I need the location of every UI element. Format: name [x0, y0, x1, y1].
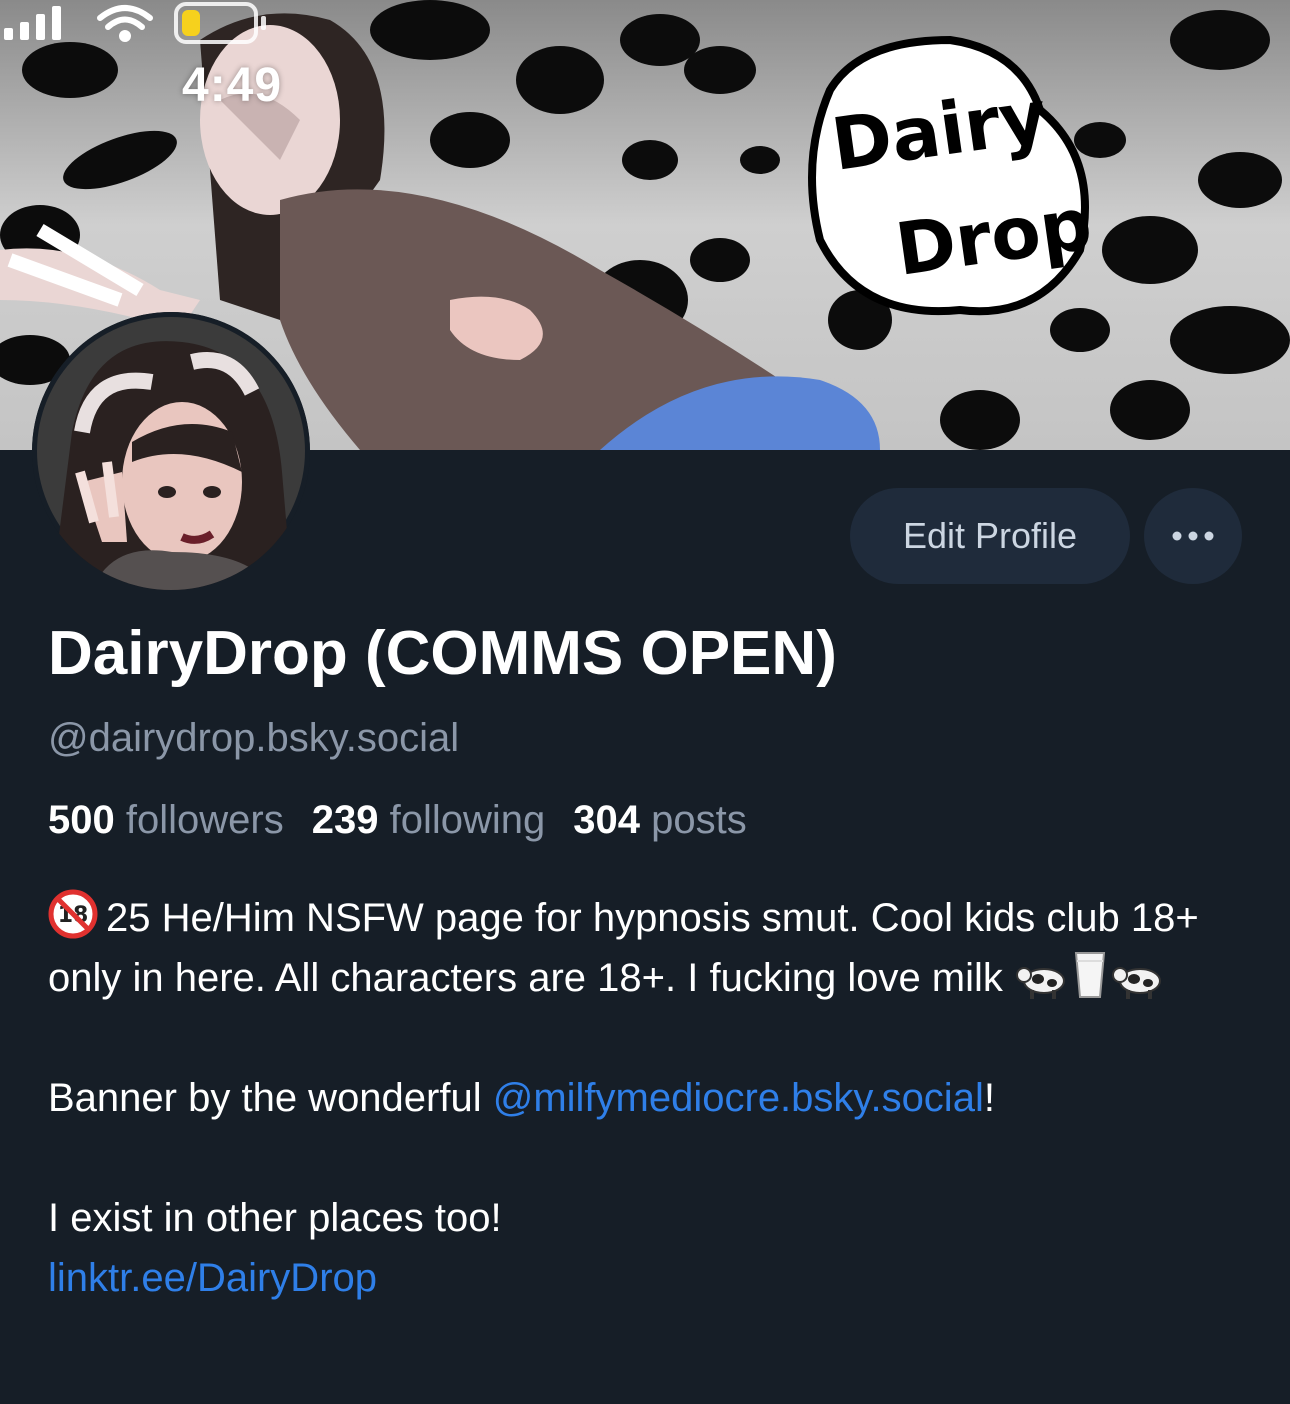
- followers-label: followers: [125, 798, 284, 842]
- banner-artist-mention-link[interactable]: @milfymediocre.bsky.social: [493, 1076, 984, 1120]
- followers-count: 500: [48, 798, 115, 842]
- more-options-button[interactable]: [1144, 488, 1242, 584]
- no-one-under-eighteen-icon: 18: [48, 889, 98, 939]
- posts-stat: 304 posts: [573, 798, 746, 842]
- profile-bio: 1825 He/Him NSFW page for hypnosis smut.…: [48, 888, 1248, 1308]
- banner-credit-prefix: Banner by the wonderful: [48, 1076, 493, 1120]
- status-bar-icons: [4, 2, 266, 44]
- profile-avatar[interactable]: [32, 312, 310, 590]
- profile-display-name: DairyDrop (COMMS OPEN): [48, 619, 837, 688]
- wifi-icon: [97, 5, 153, 42]
- cow-icon: [1112, 967, 1162, 999]
- following-count: 239: [311, 798, 379, 842]
- edit-profile-button[interactable]: Edit Profile: [850, 488, 1130, 584]
- profile-handle: @dairydrop.bsky.social: [48, 716, 460, 760]
- cow-icon: [1016, 967, 1066, 999]
- avatar-image: [32, 312, 310, 590]
- profile-stats: 500 followers 239 following 304 posts: [48, 798, 747, 843]
- cellular-signal-icon: [4, 6, 61, 40]
- posts-count: 304: [573, 798, 640, 842]
- followers-stat[interactable]: 500 followers: [48, 798, 284, 842]
- following-stat[interactable]: 239 following: [312, 798, 546, 842]
- bio-banner-credit: Banner by the wonderful @milfymediocre.b…: [48, 1068, 1248, 1128]
- glass-of-milk-icon: [1074, 952, 1106, 998]
- ellipsis-icon: [1172, 531, 1214, 541]
- linktree-link[interactable]: linktr.ee/DairyDrop: [48, 1256, 377, 1300]
- following-label: following: [389, 798, 546, 842]
- status-bar-time: 4:49: [182, 59, 283, 112]
- bio-intro: 1825 He/Him NSFW page for hypnosis smut.…: [48, 888, 1248, 1008]
- posts-label: posts: [651, 798, 747, 842]
- bio-other-places: I exist in other places too!: [48, 1196, 502, 1240]
- battery-icon: [174, 2, 266, 44]
- banner-credit-suffix: !: [983, 1076, 995, 1120]
